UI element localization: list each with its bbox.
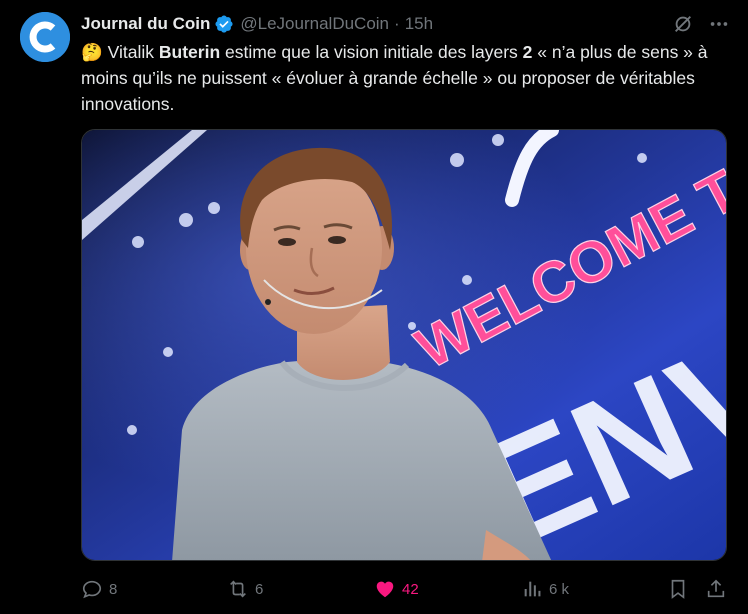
reply-icon	[82, 580, 102, 599]
like-count: 42	[402, 580, 419, 598]
tweet-bold-2: 2	[522, 42, 533, 62]
repost-button[interactable]: 6	[227, 578, 263, 600]
share-icon	[707, 579, 725, 598]
reply-count: 8	[109, 580, 118, 598]
thinking-emoji: 🤔	[81, 42, 103, 62]
views-button[interactable]: 6 k	[521, 578, 569, 600]
more-icon[interactable]	[708, 13, 730, 35]
tweet-bold-buterin: Buterin	[158, 42, 221, 62]
photo-vitalik-buterin: WELCOME TO ENV	[82, 130, 726, 560]
repost-count: 6	[255, 580, 264, 598]
views-count: 6 k	[549, 580, 570, 598]
separator-dot: ·	[394, 14, 400, 33]
timestamp[interactable]: 15h	[405, 14, 433, 34]
grok-icon[interactable]	[672, 13, 694, 35]
bookmark-icon	[671, 579, 685, 599]
avatar[interactable]	[20, 12, 70, 62]
tweet-header: Journal du Coin @LeJournalDuCoin · 15h	[81, 12, 730, 36]
repost-icon	[230, 580, 246, 598]
bookmark-button[interactable]	[667, 578, 689, 600]
like-button[interactable]: 42	[374, 578, 419, 600]
reply-button[interactable]: 8	[81, 578, 117, 600]
views-icon	[524, 581, 541, 597]
journal-du-coin-logo-icon	[20, 12, 70, 62]
verified-badge-icon[interactable]	[214, 14, 234, 34]
like-icon	[376, 581, 394, 598]
tweet-text: 🤔 Vitalik Buterin estime que la vision i…	[81, 39, 721, 117]
display-name[interactable]: Journal du Coin	[81, 14, 210, 34]
share-button[interactable]	[705, 578, 727, 600]
tweet-text-part-1: Vitalik	[102, 42, 159, 62]
tweet-text-part-2: estime que la vision initiale des layers	[220, 42, 523, 62]
tweet-photo[interactable]: WELCOME TO ENV	[81, 129, 727, 561]
tweet-action-bar: 8 6 42 6 k	[81, 574, 730, 604]
handle[interactable]: @LeJournalDuCoin	[240, 14, 389, 34]
